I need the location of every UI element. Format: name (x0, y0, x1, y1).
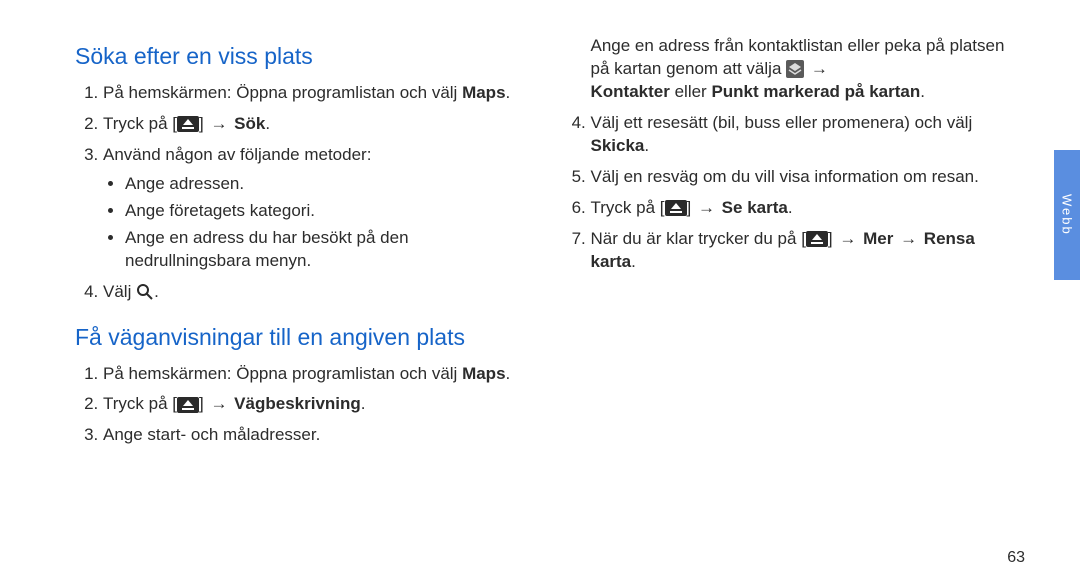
menu-option: Sök (229, 114, 265, 133)
app-name-maps: Maps (462, 364, 505, 383)
step-item: Ange start- och måladresser. (103, 424, 523, 447)
step-item: Tryck på [ ] → Vägbeskrivning. (103, 393, 523, 416)
magnifier-icon (136, 283, 154, 301)
menu-option: Kontakter (591, 82, 670, 101)
menu-option: Skicka (591, 136, 645, 155)
step-item: Tryck på [ ] → Se karta. (591, 197, 1011, 220)
intro-paragraph: Ange en adress från kontaktlistan eller … (563, 35, 1011, 104)
step-item: När du är klar trycker du på [ ] → Mer →… (591, 228, 1011, 274)
step-text: . (361, 394, 366, 413)
step-text: Tryck på [ (103, 114, 177, 133)
menu-key-icon (177, 116, 199, 132)
step-item: Välj ett resesätt (bil, buss eller prome… (591, 112, 1011, 158)
step-text: . (788, 198, 793, 217)
menu-option: Mer (858, 229, 898, 248)
step-text: På hemskärmen: Öppna programlistan och v… (103, 364, 462, 383)
app-name-maps: Maps (462, 83, 505, 102)
heading-search-place: Söka efter en viss plats (75, 43, 523, 70)
menu-option: Punkt markerad på kartan (711, 82, 920, 101)
step-item: På hemskärmen: Öppna programlistan och v… (103, 82, 523, 105)
layers-icon (786, 60, 804, 78)
step-text: Välj (103, 282, 136, 301)
method-bullets: Ange adressen. Ange företagets kategori.… (103, 173, 523, 273)
step-text: ] (687, 198, 696, 217)
left-column: Söka efter en viss plats På hemskärmen: … (75, 35, 523, 565)
step-text: . (506, 83, 511, 102)
step-text: . (506, 364, 511, 383)
steps-directions: På hemskärmen: Öppna programlistan och v… (75, 363, 523, 448)
step-text: När du är klar trycker du på [ (591, 229, 806, 248)
section-tab-webb: Webb (1054, 150, 1080, 280)
menu-key-icon (665, 200, 687, 216)
steps-search-place: På hemskärmen: Öppna programlistan och v… (75, 82, 523, 304)
step-text: eller (670, 82, 712, 101)
step-text: Tryck på [ (103, 394, 177, 413)
step-item: Tryck på [ ] → Sök. (103, 113, 523, 136)
step-item: Använd någon av följande metoder: Ange a… (103, 144, 523, 273)
step-text: Välj ett resesätt (bil, buss eller prome… (591, 113, 973, 132)
section-tab-label: Webb (1060, 194, 1075, 236)
step-item: Välj . (103, 281, 523, 304)
step-text: . (644, 136, 649, 155)
arrow: → (809, 59, 830, 78)
arrow: → (208, 114, 229, 133)
document-page: Söka efter en viss plats På hemskärmen: … (0, 0, 1080, 585)
bullet-item: Ange adressen. (125, 173, 523, 196)
arrow: → (837, 229, 858, 248)
menu-option: Se karta (717, 198, 788, 217)
menu-key-icon (806, 231, 828, 247)
step-text: På hemskärmen: Öppna programlistan och v… (103, 83, 462, 102)
heading-directions: Få väganvisningar till en angiven plats (75, 324, 523, 351)
step-text: . (920, 82, 925, 101)
arrow: → (208, 394, 229, 413)
page-number: 63 (1007, 549, 1025, 567)
step-text: . (265, 114, 270, 133)
step-text: . (154, 282, 159, 301)
step-text: Tryck på [ (591, 198, 665, 217)
step-item: Välj en resväg om du vill visa informati… (591, 166, 1011, 189)
arrow: → (696, 198, 717, 217)
step-text: . (631, 252, 636, 271)
menu-key-icon (177, 397, 199, 413)
right-column: Ange en adress från kontaktlistan eller … (563, 35, 1011, 565)
bullet-item: Ange en adress du har besökt på den nedr… (125, 227, 523, 273)
step-text: ] (828, 229, 837, 248)
menu-option: Vägbeskrivning (229, 394, 360, 413)
steps-directions-cont: Välj ett resesätt (bil, buss eller prome… (563, 112, 1011, 274)
arrow: → (898, 229, 919, 248)
step-item: På hemskärmen: Öppna programlistan och v… (103, 363, 523, 386)
bullet-item: Ange företagets kategori. (125, 200, 523, 223)
step-text: Använd någon av följande metoder: (103, 145, 371, 164)
